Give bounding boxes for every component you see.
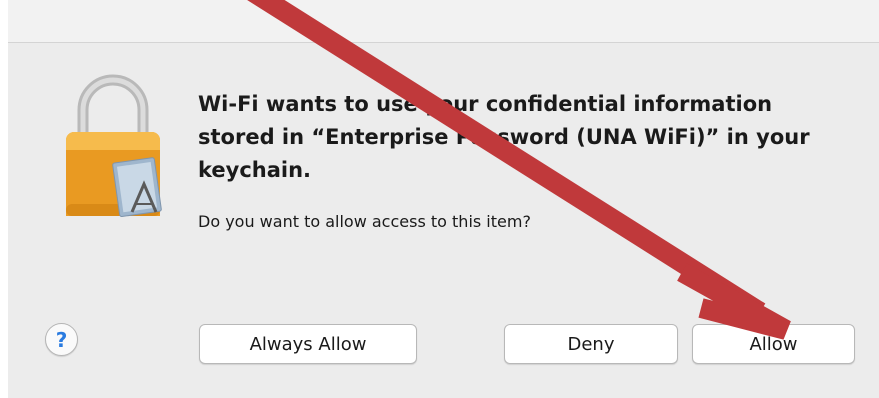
dialog-heading: Wi-Fi wants to use your confidential inf… — [198, 92, 810, 182]
window-titlebar — [8, 0, 879, 43]
allow-button[interactable]: Allow — [692, 324, 855, 364]
always-allow-button[interactable]: Always Allow — [199, 324, 417, 364]
help-button[interactable]: ? — [45, 323, 78, 356]
deny-button[interactable]: Deny — [504, 324, 678, 364]
dialog-question: Do you want to allow access to this item… — [198, 212, 531, 231]
keychain-lock-icon — [66, 74, 162, 218]
